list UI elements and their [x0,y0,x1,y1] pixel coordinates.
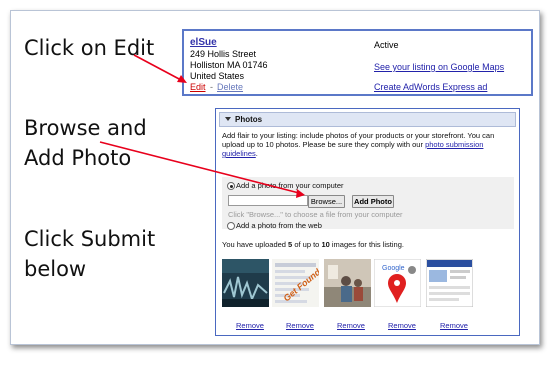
arrow-to-browse [99,141,305,198]
arrow-to-edit [133,54,187,83]
annotation-arrows [99,54,305,198]
